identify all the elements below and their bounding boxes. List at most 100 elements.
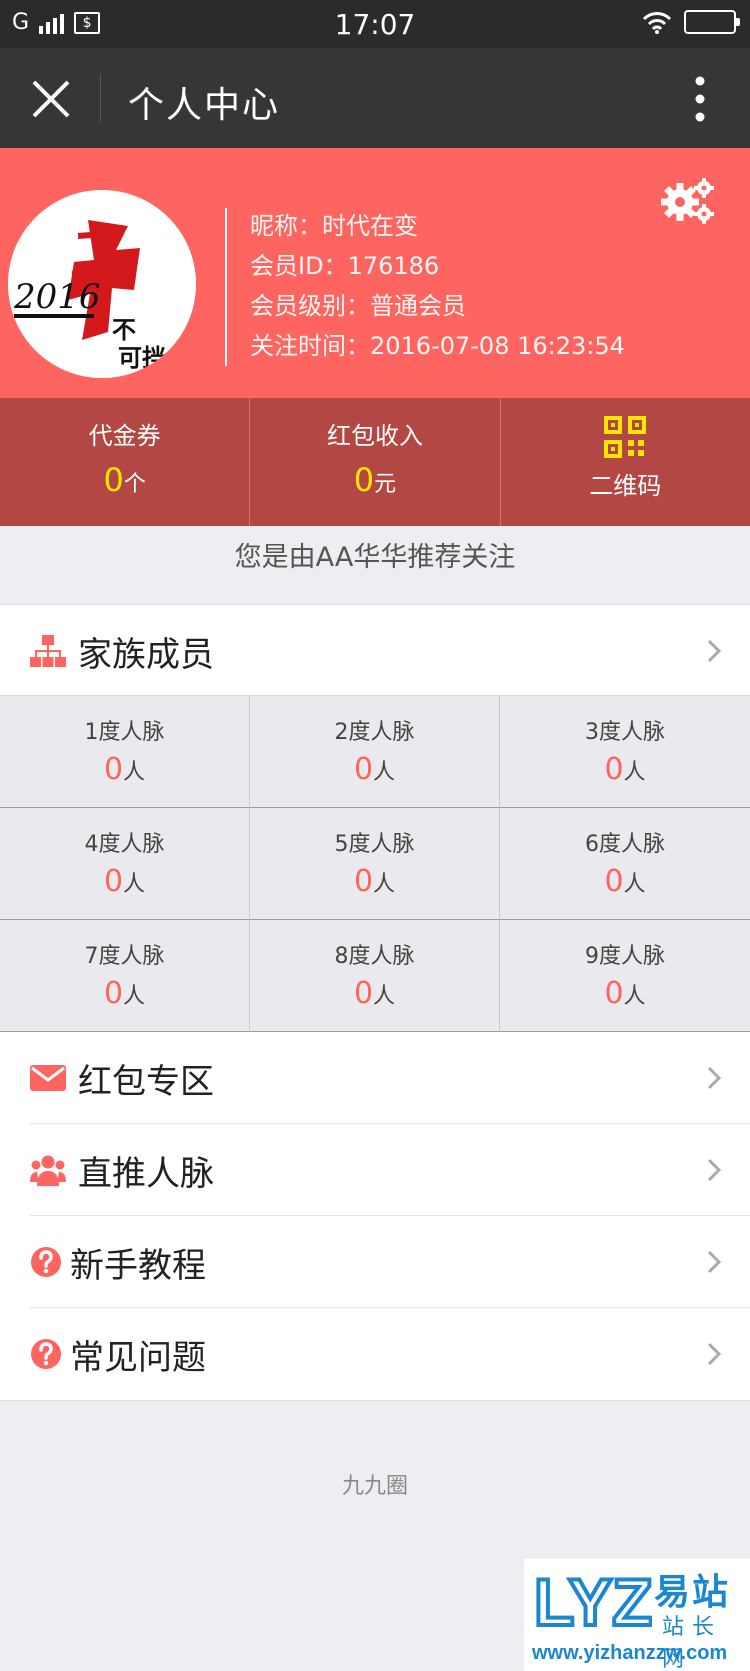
network-degrees-grid: 1度人脉 0人 2度人脉 0人 3度人脉 0人 4度人脉 0人 5度人脉 0人 … bbox=[0, 696, 750, 1032]
degree-label: 7度人脉 bbox=[84, 944, 165, 969]
degree-label: 1度人脉 bbox=[84, 720, 165, 745]
degree-label: 2度人脉 bbox=[334, 720, 415, 745]
users-icon bbox=[30, 1155, 66, 1186]
degree-unit: 人 bbox=[123, 760, 146, 785]
status-time: 17:07 bbox=[334, 8, 416, 41]
profile-divider bbox=[225, 208, 227, 366]
follow-time: 关注时间：2016-07-08 16:23:54 bbox=[250, 332, 625, 360]
voucher-stat[interactable]: 代金券 0个 bbox=[0, 398, 251, 526]
family-members-label: 家族成员 bbox=[78, 635, 214, 675]
degree-label: 8度人脉 bbox=[334, 944, 415, 969]
degree-count: 0 bbox=[103, 976, 124, 1011]
degree-value: 0人 bbox=[500, 752, 750, 787]
degree-cell[interactable]: 2度人脉 0人 bbox=[250, 696, 500, 808]
degree-unit: 人 bbox=[623, 760, 646, 785]
degree-cell[interactable]: 9度人脉 0人 bbox=[500, 920, 750, 1032]
watermark: LYZ 易站 站长网 www.yizhanzzw.com bbox=[524, 1559, 750, 1671]
degree-unit: 人 bbox=[623, 984, 646, 1009]
voucher-label: 代金券 bbox=[88, 422, 161, 450]
footer-brand: 九九圈 bbox=[341, 1474, 408, 1499]
degree-value: 0人 bbox=[250, 864, 499, 899]
chevron-right-icon bbox=[707, 639, 722, 663]
degree-unit: 人 bbox=[373, 760, 396, 785]
battery-icon bbox=[684, 10, 740, 34]
referral-text: 您是由AA华华推荐关注 bbox=[0, 526, 750, 604]
question-icon bbox=[31, 1339, 61, 1369]
qrcode-label: 二维码 bbox=[589, 472, 662, 500]
profile-header: 2016 不 可挡 昵称：时代在变 会员ID：176186 会员级别：普通会员 … bbox=[0, 148, 750, 398]
watermark-logo-icon: LYZ bbox=[532, 1567, 652, 1631]
qrcode-icon bbox=[604, 416, 647, 458]
degree-value: 0人 bbox=[0, 864, 249, 899]
page-title: 个人中心 bbox=[128, 85, 281, 126]
chevron-right-icon bbox=[707, 1158, 722, 1182]
menu-item-label: 直推人脉 bbox=[78, 1154, 214, 1194]
envelope-icon bbox=[30, 1065, 66, 1091]
menu-item-beginner-tutorial[interactable]: 新手教程 bbox=[0, 1216, 750, 1308]
svg-text:可挡: 可挡 bbox=[118, 344, 166, 372]
degree-unit: 人 bbox=[123, 984, 146, 1009]
avatar[interactable]: 2016 不 可挡 bbox=[8, 190, 196, 378]
voucher-count: 0 bbox=[103, 461, 124, 499]
nickname: 昵称：时代在变 bbox=[250, 212, 418, 240]
degree-cell[interactable]: 3度人脉 0人 bbox=[500, 696, 750, 808]
degree-value: 0人 bbox=[500, 864, 750, 899]
chevron-right-icon bbox=[707, 1250, 722, 1274]
degree-value: 0人 bbox=[250, 752, 499, 787]
degree-count: 0 bbox=[604, 864, 624, 899]
degree-label: 5度人脉 bbox=[334, 832, 415, 857]
menu-item-label: 红包专区 bbox=[78, 1062, 214, 1102]
voucher-unit: 个 bbox=[123, 472, 146, 497]
status-right bbox=[642, 10, 740, 34]
degree-label: 9度人脉 bbox=[585, 944, 665, 969]
degree-cell[interactable]: 7度人脉 0人 bbox=[0, 920, 250, 1032]
degree-cell[interactable]: 4度人脉 0人 bbox=[0, 808, 250, 920]
menu-item-direct-referrals[interactable]: 直推人脉 bbox=[0, 1124, 750, 1216]
menu-item-label: 新手教程 bbox=[70, 1246, 206, 1286]
chevron-right-icon bbox=[707, 1066, 722, 1090]
nav-divider bbox=[100, 74, 101, 122]
degree-count: 0 bbox=[604, 976, 624, 1011]
menu-item-label: 常见问题 bbox=[70, 1338, 206, 1378]
voucher-value: 0个 bbox=[0, 461, 249, 499]
degree-value: 0人 bbox=[500, 976, 750, 1011]
degree-cell[interactable]: 6度人脉 0人 bbox=[500, 808, 750, 920]
redpack-label: 红包收入 bbox=[326, 422, 423, 450]
redpack-unit: 元 bbox=[374, 472, 397, 497]
degree-value: 0人 bbox=[0, 752, 249, 787]
stats-strip: 代金券 0个 红包收入 0元 二维码 bbox=[0, 398, 750, 526]
degree-count: 0 bbox=[604, 752, 624, 787]
degree-label: 3度人脉 bbox=[585, 720, 665, 745]
redpack-amount: 0 bbox=[353, 461, 375, 499]
menu-item-faq[interactable]: 常见问题 bbox=[0, 1308, 750, 1400]
degree-label: 4度人脉 bbox=[84, 832, 165, 857]
degree-value: 0人 bbox=[250, 976, 499, 1011]
member-level: 会员级别：普通会员 bbox=[250, 292, 466, 320]
menu-list: 红包专区 直推人脉 新手教程 常见问题 bbox=[0, 1032, 750, 1401]
chevron-right-icon bbox=[707, 1342, 722, 1366]
degree-cell[interactable]: 8度人脉 0人 bbox=[250, 920, 500, 1032]
sitemap-icon bbox=[30, 635, 66, 667]
svg-text:2016: 2016 bbox=[13, 277, 101, 317]
degree-cell[interactable]: 5度人脉 0人 bbox=[250, 808, 500, 920]
menu-item-redpack-zone[interactable]: 红包专区 bbox=[0, 1032, 750, 1124]
nav-bar: 个人中心 bbox=[0, 48, 750, 148]
close-icon[interactable] bbox=[30, 78, 72, 120]
degree-value: 0人 bbox=[0, 976, 249, 1011]
degree-unit: 人 bbox=[373, 984, 396, 1009]
settings-gear-icon[interactable] bbox=[660, 176, 716, 226]
degree-count: 0 bbox=[353, 864, 374, 899]
question-icon bbox=[31, 1247, 61, 1277]
wifi-icon bbox=[642, 12, 672, 34]
degree-label: 6度人脉 bbox=[585, 832, 665, 857]
qrcode-stat[interactable]: 二维码 bbox=[501, 398, 750, 526]
degree-unit: 人 bbox=[373, 872, 396, 897]
watermark-cn-name: 易站 bbox=[654, 1572, 731, 1613]
family-members-row[interactable]: 家族成员 bbox=[0, 604, 750, 696]
degree-cell[interactable]: 1度人脉 0人 bbox=[0, 696, 250, 808]
svg-text:不: 不 bbox=[112, 316, 136, 344]
degree-unit: 人 bbox=[123, 872, 146, 897]
more-icon[interactable] bbox=[694, 76, 706, 122]
degree-count: 0 bbox=[353, 976, 374, 1011]
redpack-stat[interactable]: 红包收入 0元 bbox=[250, 398, 501, 526]
